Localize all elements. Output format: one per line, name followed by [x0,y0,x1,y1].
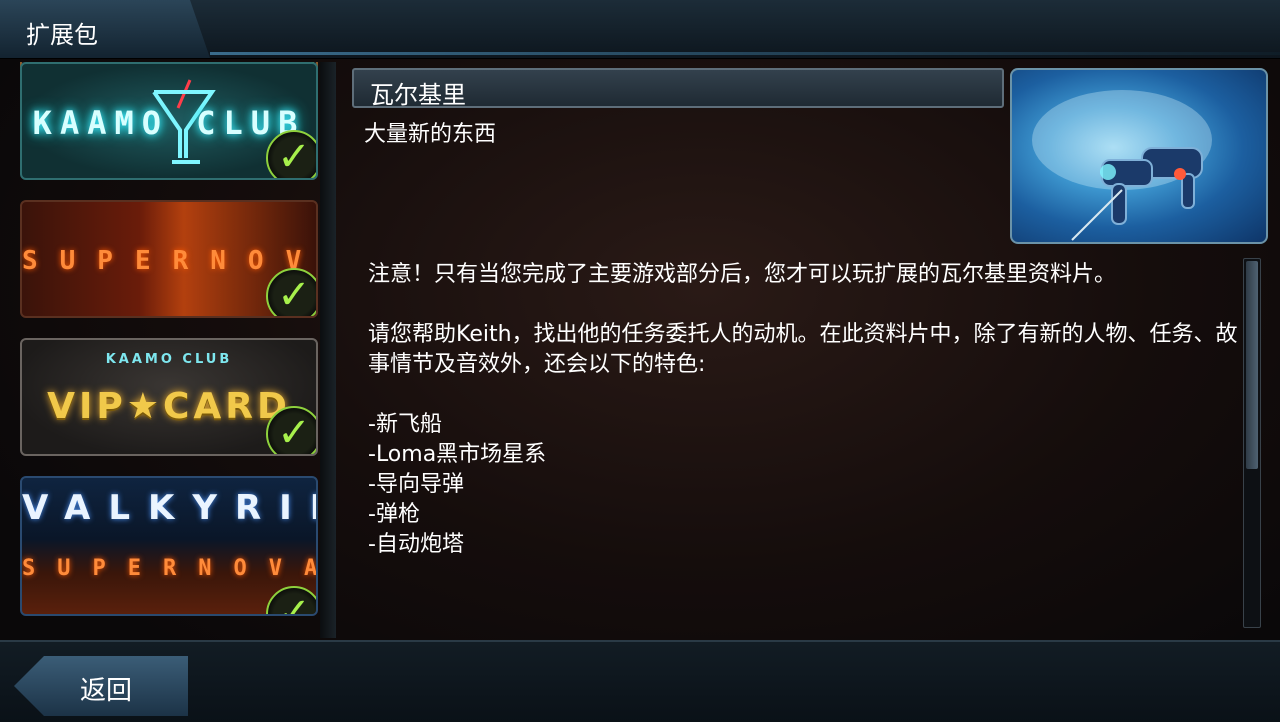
expansion-logo-text: SUPERNOVA [22,246,316,276]
expansion-item-valkyrie[interactable]: VALKYRIE SUPERNOVA ✓ [20,476,318,616]
checkmark-icon: ✓ [266,406,316,454]
expansion-logo-text: KAAMO CLUB [32,104,306,142]
spaceship-image [1032,90,1212,241]
back-button[interactable]: 返回 [14,656,188,716]
expansion-description: 注意！只有当您完成了主要游戏部分后，您才可以玩扩展的瓦尔基里资料片。 请您帮助K… [368,260,1240,626]
expansion-item-kaamo-club[interactable]: KAAMO CLUB ✓ [20,62,318,180]
expansion-item-vip-card[interactable]: KAAMO CLUB VIP★CARD ✓ [20,338,318,456]
back-button-label: 返回 [80,676,133,706]
header-accent-line [210,52,1280,55]
checkmark-icon: ✓ [266,268,316,316]
description-scrollbar[interactable] [1243,258,1261,628]
expansion-name: 瓦尔基里 [370,81,466,109]
expansion-logo-subtext: KAAMO CLUB [105,352,233,367]
expansion-subtitle: 大量新的东西 [364,122,497,147]
description-notice: 注意！只有当您完成了主要游戏部分后，您才可以玩扩展的瓦尔基里资料片。 [368,262,1117,287]
bottom-bar [0,640,1280,722]
expansion-logo-text: VALKYRIE [22,488,316,528]
checkmark-icon: ✓ [266,130,316,178]
scrollbar-thumb[interactable] [1246,261,1258,469]
expansion-logo-subtext: SUPERNOVA [22,556,318,581]
page-title: 扩展包 [26,21,98,49]
list-item: -导向导弹 [368,472,464,497]
list-item: -自动炮塔 [368,532,464,557]
list-item: -新飞船 [368,412,442,437]
expansion-item-supernova[interactable]: SUPERNOVA ✓ [20,200,318,318]
list-item: -Loma黑市场星系 [368,442,547,467]
checkmark-icon: ✓ [266,586,316,614]
description-story: 请您帮助Keith，找出他的任务委托人的动机。在此资料片中，除了有新的人物、任务… [368,322,1238,377]
expansion-screenshot [1010,68,1268,244]
list-rail [320,62,336,638]
list-item: -弹枪 [368,502,420,527]
expansion-name-bar: 瓦尔基里 [352,68,1004,109]
top-bar: 扩展包 [0,0,1280,59]
feature-list: -新飞船 -Loma黑市场星系 -导向导弹 -弹枪 -自动炮塔 [368,410,1240,560]
